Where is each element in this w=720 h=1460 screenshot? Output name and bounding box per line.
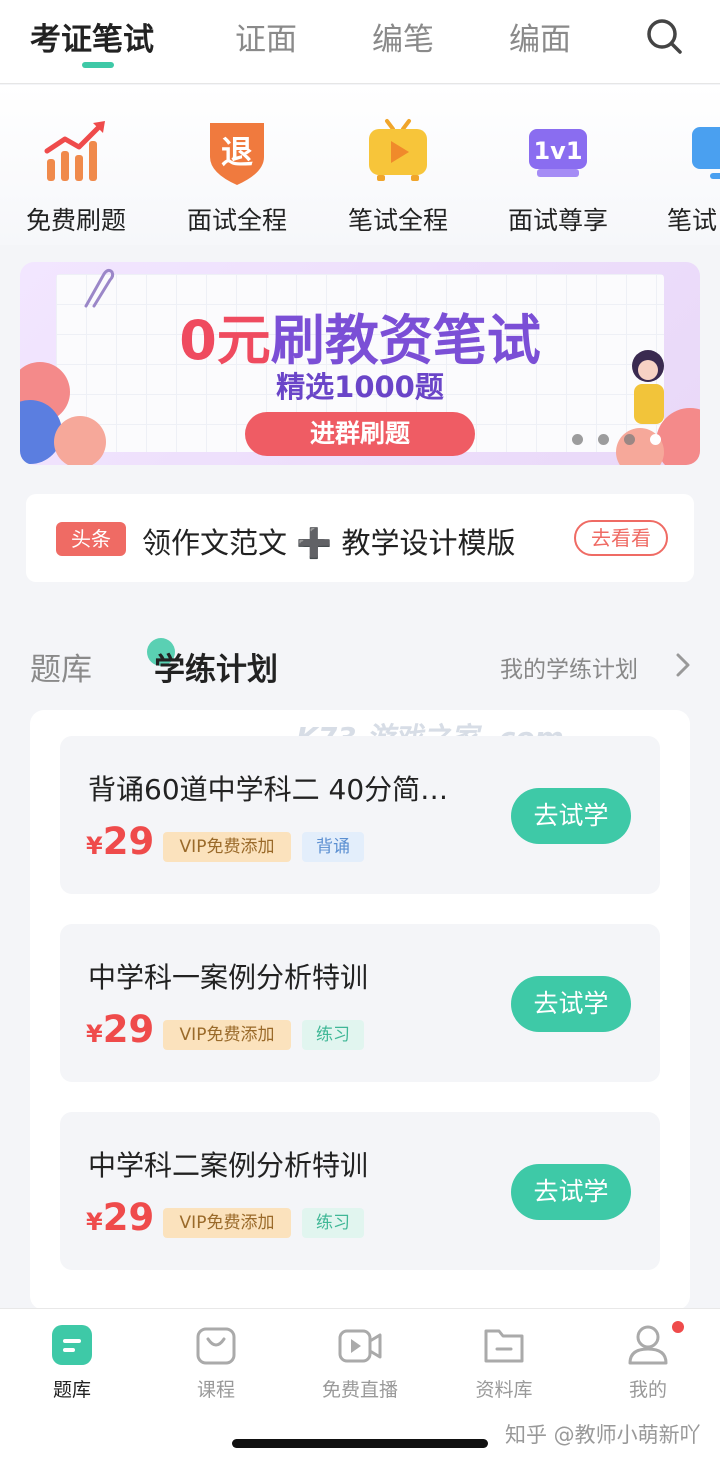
question-bank-icon	[50, 1323, 94, 1367]
home-indicator[interactable]	[232, 1439, 488, 1448]
category-written-full[interactable]: 笔试全程	[318, 117, 478, 237]
video-camera-icon	[338, 1323, 382, 1367]
plan-price: ¥29	[86, 1008, 155, 1051]
chevron-right-icon[interactable]	[673, 652, 693, 678]
tab-bian-written[interactable]: 编笔	[372, 14, 434, 59]
plan-title: 中学科一案例分析特训	[88, 961, 369, 994]
plan-title: 中学科二案例分析特训	[88, 1149, 369, 1182]
carousel-dot[interactable]	[624, 434, 635, 445]
category-label: 面试全程	[186, 206, 287, 235]
tab-cert-interview[interactable]: 证面	[235, 14, 297, 59]
my-study-plan-link[interactable]: 我的学练计划	[500, 650, 638, 684]
nav-label: 题库	[52, 1379, 91, 1401]
plan-card[interactable]: 中学科一案例分析特训 ¥29 VIP免费添加 练习 去试学	[60, 924, 660, 1082]
plan-price: ¥29	[86, 1196, 155, 1239]
bottom-nav: 题库 课程 免费直播 资料库 我的 知乎 @教师小萌新吖	[0, 1308, 720, 1460]
nav-label: 资料库	[475, 1379, 533, 1401]
top-bar: 考证笔试 证面 编笔 编面	[0, 0, 720, 84]
plan-type-badge: 练习	[302, 1208, 364, 1238]
nav-question-bank[interactable]: 题库	[0, 1323, 144, 1402]
headline-text: 领作文范文 ➕ 教学设计模版	[142, 526, 516, 560]
plan-type-badge: 背诵	[302, 832, 364, 862]
try-learn-button[interactable]: 去试学	[511, 788, 631, 844]
trend-chart-icon	[41, 117, 111, 187]
tab-bian-interview[interactable]: 编面	[509, 14, 571, 59]
plan-price: ¥29	[86, 820, 155, 863]
vip-badge: VIP免费添加	[163, 832, 291, 862]
category-label: 面试尊享	[507, 206, 608, 235]
category-interview-premium[interactable]: 1v1 面试尊享	[478, 117, 638, 237]
tab-exam-written[interactable]: 考证笔试	[30, 14, 154, 59]
active-tab-indicator	[82, 62, 114, 68]
folder-icon	[482, 1323, 526, 1367]
view-button[interactable]: 去看看	[574, 520, 668, 556]
one-on-one-glyph: 1v1	[533, 137, 582, 165]
nav-resources[interactable]: 资料库	[432, 1323, 576, 1402]
category-label: 笔试全程	[347, 206, 448, 235]
carousel-dot[interactable]	[598, 434, 609, 445]
video-tv-icon	[363, 117, 433, 187]
banner-subtitle: 精选1000题	[276, 370, 444, 404]
try-learn-button[interactable]: 去试学	[511, 1164, 631, 1220]
monitor-icon	[688, 117, 720, 187]
nav-free-live[interactable]: 免费直播	[288, 1323, 432, 1402]
promo-banner[interactable]: 0元刷教资笔试 精选1000题 进群刷题	[20, 262, 700, 465]
tab-study-plan[interactable]: 学练计划	[154, 644, 278, 689]
join-group-button[interactable]: 进群刷题	[245, 412, 475, 456]
plan-card[interactable]: 背诵60道中学科二 40分简… ¥29 VIP免费添加 背诵 去试学	[60, 736, 660, 894]
category-label: 免费刷题	[25, 206, 126, 235]
nav-label: 课程	[196, 1379, 235, 1401]
nav-courses[interactable]: 课程	[144, 1323, 288, 1402]
headline-tag: 头条	[56, 522, 126, 556]
shopping-bag-icon	[194, 1323, 238, 1367]
plan-title: 背诵60道中学科二 40分简…	[88, 773, 449, 806]
refund-glyph: 退	[221, 133, 253, 171]
try-learn-button[interactable]: 去试学	[511, 976, 631, 1032]
carousel-dot-active[interactable]	[650, 434, 661, 445]
nav-label: 免费直播	[321, 1379, 398, 1401]
plan-card[interactable]: 中学科二案例分析特训 ¥29 VIP免费添加 练习 去试学	[60, 1112, 660, 1270]
user-icon	[626, 1323, 670, 1367]
carousel-dots	[572, 430, 676, 449]
vip-badge: VIP免费添加	[163, 1020, 291, 1050]
category-row: 免费刷题 退 面试全程 笔试全程 1v1 面试尊享 笔试	[0, 85, 720, 245]
nav-me[interactable]: 我的	[576, 1323, 720, 1402]
nav-label: 我的	[628, 1379, 667, 1401]
notification-dot	[672, 1321, 684, 1333]
one-on-one-icon: 1v1	[523, 117, 593, 187]
carousel-dot[interactable]	[572, 434, 583, 445]
headline-strip[interactable]: 头条 领作文范文 ➕ 教学设计模版 去看看	[26, 494, 694, 582]
search-icon[interactable]	[644, 16, 684, 56]
plan-type-badge: 练习	[302, 1020, 364, 1050]
category-interview-full[interactable]: 退 面试全程	[157, 117, 317, 237]
category-free-practice[interactable]: 免费刷题	[0, 117, 156, 237]
watermark-text: 知乎 @教师小萌新吖	[505, 1423, 701, 1447]
category-written-partial[interactable]: 笔试	[640, 117, 720, 237]
tab-question-bank[interactable]: 题库	[30, 644, 92, 689]
refund-shield-icon: 退	[202, 117, 272, 187]
vip-badge: VIP免费添加	[163, 1208, 291, 1238]
category-label: 笔试	[667, 206, 718, 235]
